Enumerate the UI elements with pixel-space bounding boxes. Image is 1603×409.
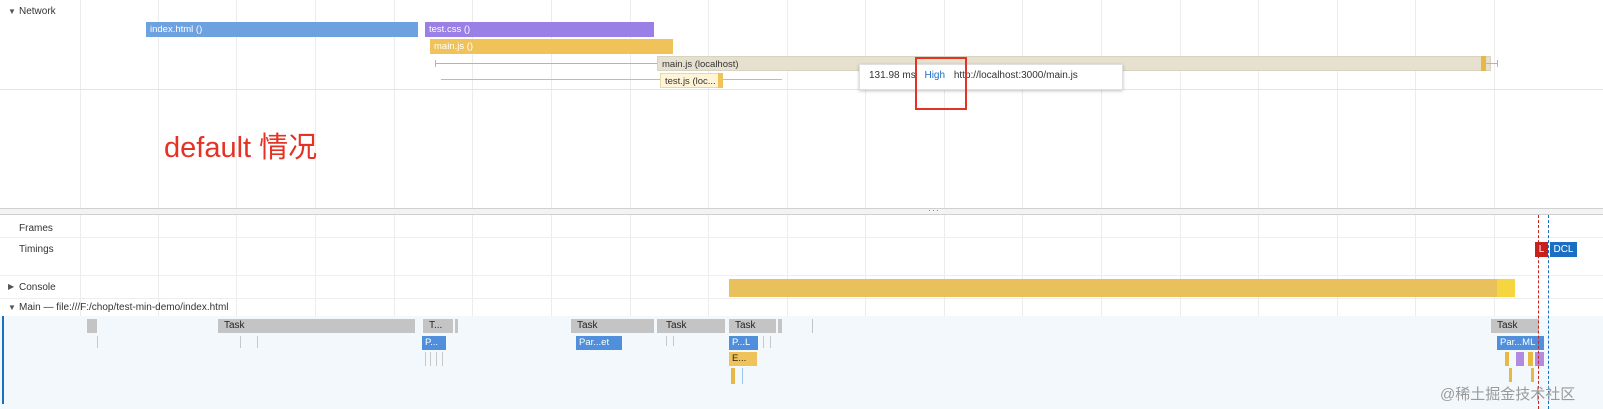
evaluate-script-block[interactable]: E...	[729, 352, 757, 366]
main-task[interactable]: T...	[423, 319, 453, 333]
track-divider	[0, 237, 1603, 238]
load-marker[interactable]: L	[1535, 242, 1548, 257]
flame-sliver[interactable]	[1516, 352, 1524, 366]
network-request-test-css[interactable]: test.css ()	[425, 22, 654, 37]
track-divider	[0, 298, 1603, 299]
watermark: @稀土掘金技术社区	[1440, 386, 1576, 403]
task-sliver[interactable]	[778, 319, 782, 333]
main-track-label[interactable]: Main — file:///F:/chop/test-min-demo/ind…	[19, 302, 229, 313]
panel-splitter[interactable]: ···	[0, 205, 1603, 215]
main-track-indicator	[2, 316, 4, 404]
task-sliver[interactable]	[87, 319, 97, 333]
annotation-text: default 情况	[164, 132, 318, 164]
flame-tick	[666, 336, 667, 346]
flame-sliver[interactable]	[1509, 368, 1512, 382]
flame-tick	[436, 352, 437, 366]
parse-html-block[interactable]: P...	[422, 336, 446, 350]
flame-tick	[240, 336, 241, 348]
flame-sliver[interactable]	[1535, 352, 1544, 366]
request-tooltip: 131.98 ms High http://localhost:3000/mai…	[859, 64, 1123, 90]
splitter-grip-icon[interactable]: ···	[928, 205, 940, 215]
network-request-index-html[interactable]: index.html ()	[146, 22, 418, 37]
main-task[interactable]: Task	[729, 319, 776, 333]
wait-line-cap	[435, 60, 436, 67]
flame-sliver[interactable]	[742, 368, 743, 384]
flame-tick	[425, 352, 426, 366]
highlight-box	[915, 57, 967, 110]
tooltip-time: 131.98 ms	[869, 70, 916, 81]
network-request-test-js[interactable]: test.js (loc...	[660, 73, 722, 88]
tooltip-url: http://localhost:3000/main.js	[953, 70, 1078, 81]
flame-sliver[interactable]	[731, 368, 735, 384]
main-task[interactable]: Task	[1491, 319, 1539, 333]
main-task[interactable]: Task	[218, 319, 415, 333]
parse-html-block[interactable]: Par...ML	[1497, 336, 1544, 350]
flame-tick	[442, 352, 443, 366]
task-sliver[interactable]	[455, 319, 458, 333]
request-tail-line	[1486, 63, 1497, 64]
request-wait-line	[435, 63, 657, 64]
flame-tick	[97, 336, 98, 348]
collapse-arrow-icon[interactable]: ▼	[8, 7, 16, 16]
dcl-event-line	[1548, 215, 1549, 409]
parse-html-block[interactable]: Par...et	[576, 336, 622, 350]
flame-tick	[763, 336, 764, 348]
flame-tick	[673, 336, 674, 346]
tail-line-cap	[1497, 60, 1498, 67]
collapse-arrow-icon[interactable]: ▼	[8, 303, 16, 312]
flame-sliver[interactable]	[1505, 352, 1509, 366]
console-activity-end	[1497, 279, 1515, 297]
network-track-label[interactable]: Network	[19, 6, 56, 17]
flame-sliver[interactable]	[1531, 368, 1534, 382]
main-task[interactable]: Task	[571, 319, 654, 333]
dcl-marker[interactable]: DCL	[1550, 242, 1577, 257]
main-task[interactable]: Task	[660, 319, 725, 333]
console-track-label[interactable]: Console	[19, 282, 56, 293]
test-js-wait-line	[441, 79, 782, 80]
expand-arrow-icon[interactable]: ▶	[8, 282, 14, 291]
task-sliver[interactable]	[812, 319, 813, 333]
parse-html-block[interactable]: P...L	[729, 336, 758, 350]
network-request-main-js[interactable]: main.js ()	[430, 39, 673, 54]
timings-track-label[interactable]: Timings	[19, 244, 54, 255]
track-divider	[0, 275, 1603, 276]
console-activity-bar[interactable]	[729, 279, 1497, 297]
flame-tick	[430, 352, 431, 366]
flame-sliver[interactable]	[1528, 352, 1533, 366]
load-event-line	[1538, 215, 1539, 409]
flame-tick	[257, 336, 258, 348]
network-divider	[0, 89, 1603, 90]
frames-track-label[interactable]: Frames	[19, 223, 53, 234]
network-section: ▼ Network index.html () test.css () main…	[0, 0, 1603, 208]
flame-tick	[770, 336, 771, 348]
test-js-download-segment	[718, 73, 723, 88]
